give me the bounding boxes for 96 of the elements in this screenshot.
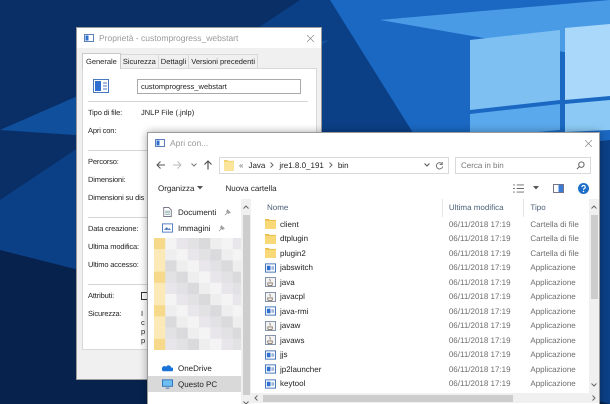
column-header[interactable]: Ultima modifica (442, 199, 524, 217)
close-icon[interactable] (307, 34, 314, 42)
table-cell-text: Applicazione (529, 263, 577, 272)
table-cell-text: Applicazione (529, 292, 577, 302)
file-icon (84, 34, 94, 42)
image-icon (162, 223, 173, 233)
table-cell-text: Applicazione (529, 364, 577, 374)
nav-item[interactable]: Questo PC (148, 376, 241, 392)
caret-icon[interactable] (533, 186, 539, 190)
refresh-icon[interactable] (435, 160, 444, 170)
file-name[interactable]: jp2launcher (251, 364, 442, 374)
organize-button[interactable]: Organizza (154, 182, 208, 194)
search-icon (576, 160, 585, 170)
window-icon (155, 139, 165, 147)
cup-icon (265, 292, 276, 302)
column-header[interactable]: Nome (251, 199, 442, 217)
nav-item[interactable]: Immagini (148, 220, 241, 236)
document-icon (162, 207, 173, 217)
window-title: Apri con... (170, 138, 208, 148)
table-cell-text: Cartella di file (529, 234, 580, 244)
file-name[interactable]: keytool (251, 378, 442, 389)
application-icon (265, 378, 276, 389)
nav-item[interactable]: Documenti (148, 204, 241, 220)
table-cell-text: Cartella di file (529, 220, 580, 229)
scrollbar[interactable] (251, 393, 599, 403)
file-name[interactable]: dtplugin (251, 234, 442, 244)
table-cell-text: 06/11/2018 17:19 (448, 278, 512, 287)
table-cell-text: 06/11/2018 17:19 (448, 306, 512, 316)
cup-icon (265, 320, 276, 331)
help-icon[interactable] (578, 182, 589, 194)
table-cell-text: Cartella di file (529, 248, 580, 258)
scroll-up-icon[interactable] (591, 205, 597, 209)
view-icon[interactable] (513, 184, 524, 192)
file-name[interactable]: jjs (251, 350, 442, 360)
application-icon (265, 306, 276, 316)
window-title: Proprietà - customprogress_webstart (99, 33, 238, 43)
table-cell-text: 06/11/2018 17:19 (448, 364, 512, 374)
cloud-icon (162, 363, 173, 373)
close-icon[interactable] (585, 140, 592, 146)
table-cell-text: Applicazione (529, 336, 577, 345)
table-cell-text: 06/11/2018 17:19 (448, 220, 512, 229)
application-icon (265, 350, 276, 360)
file-name[interactable]: java (251, 277, 442, 288)
table-cell-text: 06/11/2018 17:19 (448, 336, 512, 345)
up-arrow-icon[interactable] (203, 160, 213, 170)
file-name[interactable]: javaw (251, 320, 442, 331)
file-name[interactable]: plugin2 (251, 248, 442, 258)
table-cell-text: 06/11/2018 17:19 (448, 321, 512, 330)
search-field[interactable]: Cerca in bin (455, 156, 591, 174)
scrollbar[interactable] (241, 199, 251, 404)
scroll-down-icon[interactable] (591, 383, 597, 387)
table-cell-text: 06/11/2018 17:19 (448, 292, 512, 302)
chevron-icon (328, 162, 333, 168)
file-icon (93, 79, 109, 93)
table-cell-text: 06/11/2018 17:19 (448, 379, 512, 388)
table-cell-text: Applicazione (529, 321, 577, 330)
chevron-icon (270, 162, 274, 168)
folder-icon (265, 234, 276, 244)
scrollbar[interactable] (589, 199, 599, 393)
scroll-down-icon[interactable] (243, 401, 249, 404)
folder-icon (224, 159, 234, 171)
new-folder-button[interactable]: Nuova cartella (221, 182, 281, 194)
caret-icon[interactable] (424, 163, 430, 167)
caret-icon[interactable] (191, 163, 197, 167)
application-icon (265, 364, 276, 374)
table-cell-text: 06/11/2018 17:19 (448, 350, 512, 360)
breadcrumb[interactable]: « (239, 160, 244, 170)
table-cell-text: Applicazione (529, 306, 577, 316)
table-cell-text: 06/11/2018 17:19 (448, 263, 512, 272)
scroll-up-icon[interactable] (243, 205, 249, 209)
breadcrumb[interactable]: bin (338, 160, 349, 170)
back-icon[interactable] (156, 160, 166, 170)
scroll-left-icon[interactable] (254, 395, 258, 401)
table-cell-text: Applicazione (529, 278, 577, 287)
address-bar[interactable]: « Java jre1.8.0_191 bin (219, 156, 449, 174)
file-name[interactable]: javaws (251, 335, 442, 346)
table-cell-text: Applicazione (529, 350, 577, 360)
table-cell-text: 06/11/2018 17:19 (448, 234, 512, 244)
cup-icon (265, 335, 276, 346)
breadcrumb[interactable]: Java (248, 160, 266, 170)
folder-icon (265, 248, 276, 258)
scroll-right-icon[interactable] (592, 395, 596, 401)
file-name[interactable]: jabswitch (251, 262, 442, 273)
file-name[interactable]: client (251, 219, 442, 230)
breadcrumb[interactable]: jre1.8.0_191 (279, 160, 324, 170)
table-cell-text: Applicazione (529, 379, 577, 388)
nav-item[interactable]: OneDrive (148, 360, 241, 376)
cup-icon (265, 277, 276, 288)
folder-icon (265, 219, 276, 230)
preview-pane-icon[interactable] (553, 184, 564, 192)
table-cell-text: 06/11/2018 17:19 (448, 248, 512, 258)
file-name[interactable]: javacpl (251, 292, 442, 302)
application-icon (265, 262, 276, 273)
file-name[interactable]: java-rmi (251, 306, 442, 316)
caret-icon (197, 186, 204, 190)
monitor-icon (162, 379, 173, 389)
